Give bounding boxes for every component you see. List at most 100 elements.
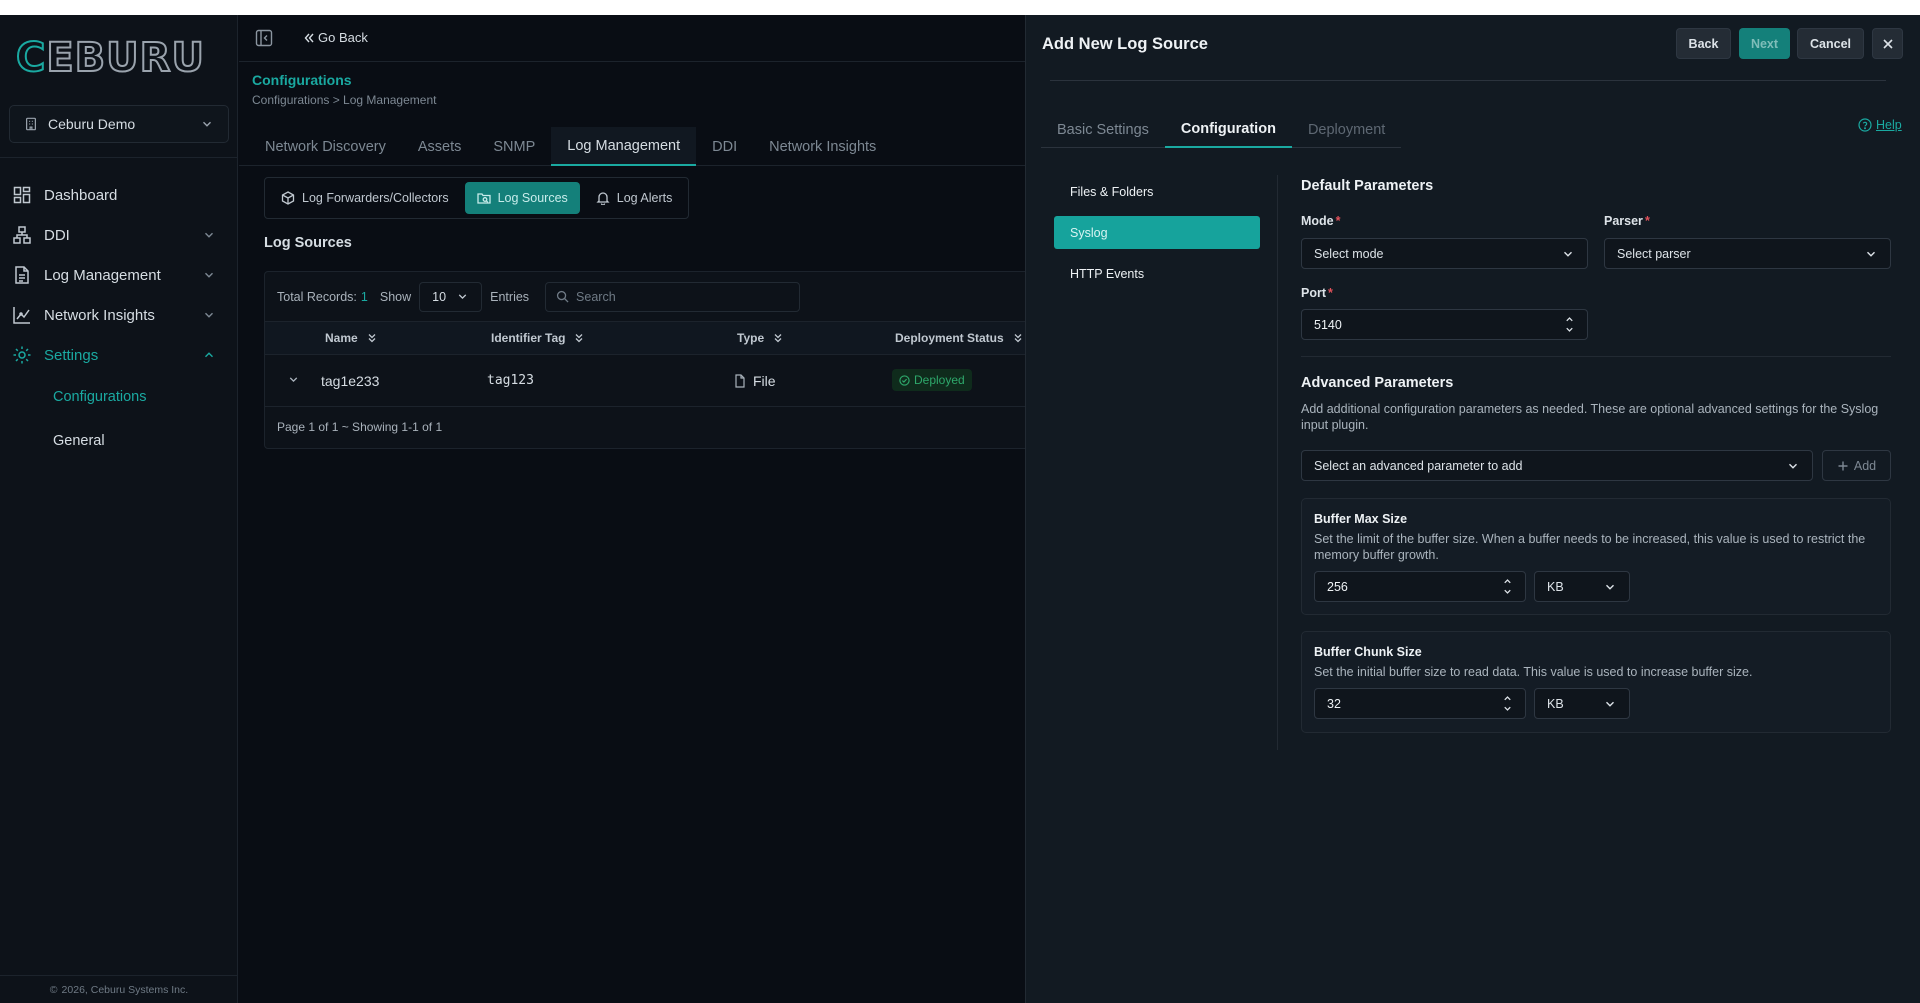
tab-network-insights[interactable]: Network Insights [753, 127, 892, 166]
stepper-up-icon[interactable] [1502, 576, 1513, 587]
help-link[interactable]: Help [1858, 118, 1902, 132]
go-back-link[interactable]: Go Back [303, 30, 368, 45]
status-badge: Deployed [892, 369, 972, 391]
tab-configuration[interactable]: Configuration [1164, 112, 1292, 148]
param-value: 256 [1327, 579, 1348, 594]
chevron-down-icon [1786, 459, 1800, 473]
subtab-log-sources[interactable]: Log Sources [464, 182, 580, 214]
param-card-buffer-max-size: Buffer Max Size Set the limit of the buf… [1301, 498, 1891, 615]
sidebar-item-log-management[interactable]: Log Management [0, 255, 238, 295]
parser-select[interactable]: Select parser [1604, 238, 1891, 269]
log-sources-table: Total Records: 1 Show 10 Entries Search [264, 271, 1044, 449]
sidebar-collapse-icon[interactable] [255, 29, 273, 47]
column-label: Deployment Status [895, 331, 1004, 345]
main-tabs: Network Discovery Assets SNMP Log Manage… [239, 127, 1025, 166]
entries-label: Entries [490, 289, 530, 304]
sidebar-subitem-general[interactable]: General [0, 419, 238, 463]
value-stepper[interactable] [1502, 576, 1513, 598]
row-identifier: tag123 [487, 373, 534, 388]
search-icon [556, 290, 569, 303]
tab-basic-settings[interactable]: Basic Settings [1041, 112, 1165, 148]
back-button[interactable]: Back [1676, 28, 1731, 59]
advanced-parameters-description: Add additional configuration parameters … [1301, 402, 1879, 432]
sidebar-item-label: Settings [44, 346, 99, 364]
advanced-parameter-placeholder: Select an advanced parameter to add [1314, 458, 1523, 473]
sidebar-nav: Dashboard DDI Log Management Network Ins… [0, 175, 238, 463]
expand-row-icon[interactable] [287, 373, 300, 386]
buffer-chunk-size-unit-select[interactable]: KB [1534, 688, 1630, 719]
param-title: Buffer Max Size [1314, 512, 1408, 526]
column-label: Identifier Tag [491, 331, 566, 345]
column-header-deployment-status[interactable]: Deployment Status [895, 331, 1024, 345]
port-stepper[interactable] [1564, 314, 1575, 336]
close-button[interactable] [1872, 28, 1903, 59]
box-icon [281, 191, 295, 205]
table-row[interactable]: tag1e233 tag123 File Deployed [265, 355, 1043, 407]
sidebar-item-settings[interactable]: Settings [0, 335, 238, 375]
go-back-label: Go Back [318, 30, 368, 45]
advanced-parameter-select[interactable]: Select an advanced parameter to add [1301, 450, 1813, 481]
tab-snmp[interactable]: SNMP [477, 127, 551, 166]
mode-label-text: Mode [1301, 214, 1334, 228]
port-value: 5140 [1314, 317, 1342, 332]
subtab-log-forwarders[interactable]: Log Forwarders/Collectors [269, 182, 461, 214]
chevron-down-icon [1864, 247, 1878, 261]
sidebar-item-network-insights[interactable]: Network Insights [0, 295, 238, 335]
buffer-chunk-size-input[interactable]: 32 [1314, 688, 1526, 719]
search-input[interactable]: Search [545, 281, 801, 312]
top-bar: Go Back [239, 15, 1025, 62]
mode-select[interactable]: Select mode [1301, 238, 1588, 269]
column-header-type[interactable]: Type [737, 331, 784, 345]
tab-network-discovery[interactable]: Network Discovery [249, 127, 402, 166]
stepper-down-icon[interactable] [1502, 587, 1513, 598]
add-log-source-drawer: Add New Log Source Back Next Cancel Basi… [1025, 15, 1920, 1003]
tab-log-management[interactable]: Log Management [551, 127, 697, 166]
document-icon [12, 265, 32, 285]
mode-label: Mode * [1301, 214, 1341, 228]
menu-files-folders[interactable]: Files & Folders [1054, 175, 1260, 208]
sidebar-item-dashboard[interactable]: Dashboard [0, 175, 238, 215]
param-title: Buffer Chunk Size [1314, 645, 1422, 659]
add-label: Add [1853, 458, 1877, 473]
buffer-max-size-input[interactable]: 256 [1314, 571, 1526, 602]
column-header-name[interactable]: Name [325, 331, 378, 345]
column-label: Name [325, 331, 358, 345]
tab-assets[interactable]: Assets [402, 127, 478, 166]
port-input[interactable]: 5140 [1301, 309, 1588, 340]
tab-ddi[interactable]: DDI [696, 127, 753, 166]
default-parameters-title: Default Parameters [1301, 178, 1434, 194]
subtab-log-alerts[interactable]: Log Alerts [584, 182, 685, 214]
double-chevron-left-icon [303, 32, 315, 44]
chevron-down-icon [202, 308, 216, 322]
file-icon [733, 374, 747, 388]
copyright-text: 2026, Ceburu Systems Inc. [61, 983, 189, 996]
chevron-down-icon [202, 268, 216, 282]
menu-http-events[interactable]: HTTP Events [1054, 257, 1260, 290]
org-selector[interactable]: Ceburu Demo [9, 105, 229, 143]
stepper-up-icon[interactable] [1502, 693, 1513, 704]
value-stepper[interactable] [1502, 693, 1513, 715]
column-header-identifier-tag[interactable]: Identifier Tag [491, 331, 585, 345]
stepper-down-icon[interactable] [1502, 704, 1513, 715]
sidebar-subitem-configurations[interactable]: Configurations [0, 375, 238, 419]
chevron-down-icon [200, 117, 214, 131]
sidebar-item-ddi[interactable]: DDI [0, 215, 238, 255]
building-icon [24, 117, 38, 131]
cancel-button[interactable]: Cancel [1797, 28, 1864, 59]
stepper-down-icon[interactable] [1564, 325, 1575, 336]
sort-icon [573, 332, 585, 344]
param-value: 32 [1327, 696, 1341, 711]
page-size-select[interactable]: 10 [419, 281, 483, 312]
port-label-text: Port [1301, 286, 1326, 300]
add-parameter-button[interactable]: Add [1822, 450, 1891, 481]
subtab-label: Log Sources [497, 191, 568, 205]
stepper-up-icon[interactable] [1564, 314, 1575, 325]
unit-value: KB [1547, 579, 1564, 594]
next-button[interactable]: Next [1739, 28, 1790, 59]
tab-deployment[interactable]: Deployment [1292, 112, 1401, 148]
ceburu-logo[interactable]: CEBURU [15, 34, 205, 82]
buffer-max-size-unit-select[interactable]: KB [1534, 571, 1630, 602]
row-name: tag1e233 [321, 373, 380, 389]
param-description: Set the initial buffer size to read data… [1314, 665, 1753, 679]
menu-syslog[interactable]: Syslog [1054, 216, 1260, 249]
